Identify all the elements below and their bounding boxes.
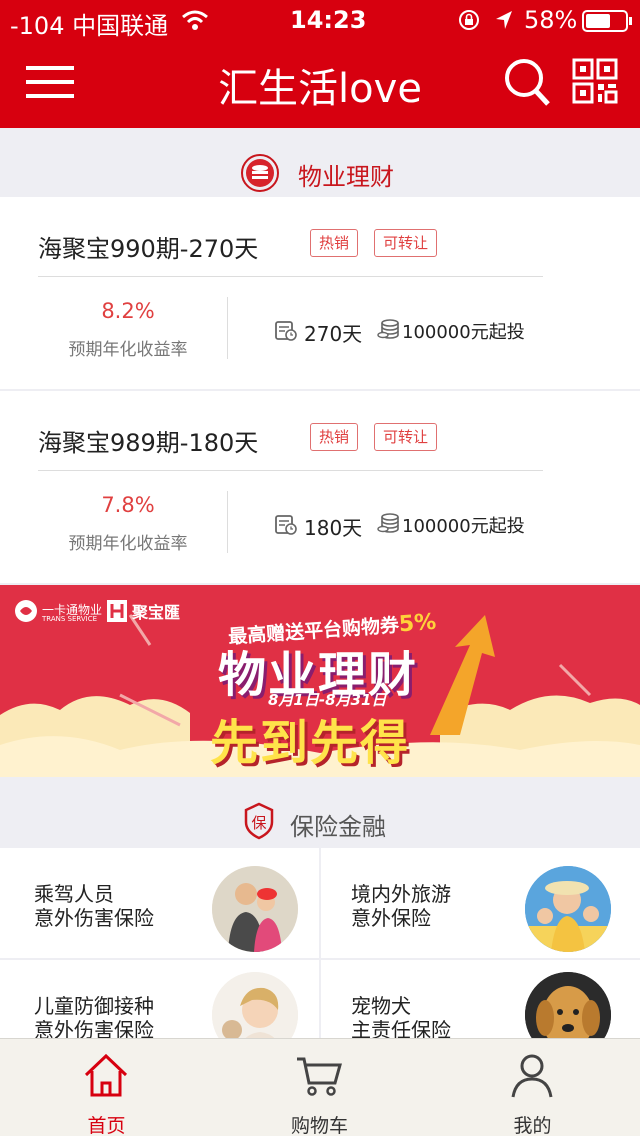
- coins-icon: [377, 513, 399, 533]
- location-arrow-icon: [496, 11, 512, 29]
- term-value: 180天: [304, 516, 363, 540]
- product-card[interactable]: 海聚宝990期-270天 热销 可转让 8.2% 预期年化收益率 270天 10…: [0, 197, 640, 389]
- search-button[interactable]: [500, 54, 560, 114]
- transferable-tag: 可转让: [374, 423, 438, 451]
- svg-text:保: 保: [251, 814, 266, 832]
- home-icon: [84, 1053, 128, 1097]
- user-icon: [511, 1054, 553, 1098]
- calendar-clock-icon: [275, 321, 297, 341]
- insurance-grid: 乘驾人员 意外伤害保险 境内外旅游 意外保险 儿童防御接种 意外伤害保险 宠物犬 主责任…: [0, 848, 640, 1070]
- promo-percent: 5%: [398, 609, 438, 638]
- promo-banner[interactable]: 一卡通物业 TRANS SERVICE 聚宝匯 最高赠送平台购物券5% 物业理财…: [0, 585, 640, 777]
- divider: [38, 470, 543, 471]
- nav-bar: 汇生活love: [0, 40, 640, 128]
- insurance-title: 乘驾人员 意外伤害保险: [34, 882, 154, 930]
- qr-code-icon: [572, 58, 618, 104]
- family-photo: [212, 866, 298, 952]
- yield-rate-label: 预期年化收益率: [68, 340, 188, 360]
- coin-stack-icon: [241, 154, 279, 192]
- term-value: 270天: [304, 322, 363, 346]
- carrier-label: -104 中国联通: [10, 12, 169, 40]
- wifi-icon: [182, 10, 208, 30]
- shield-icon: 保: [244, 802, 274, 840]
- jubaohui-logo: [107, 600, 127, 622]
- trans-service-logo: [15, 600, 37, 622]
- search-icon: [505, 59, 550, 106]
- divider: [38, 276, 543, 277]
- banner-slogan: 先到先得: [210, 715, 411, 771]
- divider: [0, 958, 640, 960]
- partner-brand: 聚宝匯: [132, 603, 181, 622]
- yield-rate: 8.2%: [101, 299, 155, 323]
- rotation-lock-icon: [459, 10, 479, 30]
- yield-rate-label: 预期年化收益率: [68, 534, 188, 554]
- yield-rate: 7.8%: [101, 493, 155, 517]
- tab-mine[interactable]: 我的: [426, 1039, 639, 1136]
- calendar-clock-icon: [275, 515, 297, 535]
- product-name: 海聚宝990期-270天: [38, 235, 259, 263]
- min-invest: 100000元起投: [402, 322, 525, 343]
- divider: [319, 848, 321, 1038]
- status-time: 14:23: [290, 6, 367, 34]
- hot-tag: 热销: [310, 229, 359, 257]
- transferable-tag: 可转让: [374, 229, 438, 257]
- insurance-title: 宠物犬 主责任保险: [351, 994, 451, 1042]
- tab-home-label: 首页: [87, 1115, 126, 1136]
- tab-bar: 首页 购物车 我的: [0, 1038, 640, 1136]
- battery-icon: [582, 10, 632, 32]
- brand-subtitle: TRANS SERVICE: [42, 615, 98, 623]
- divider: [227, 297, 228, 359]
- tab-home[interactable]: 首页: [0, 1039, 213, 1136]
- battery-percent: 58%: [524, 6, 578, 34]
- finance-section-title: 物业理财: [298, 163, 394, 191]
- qr-scan-button[interactable]: [570, 54, 630, 114]
- tab-cart-label: 购物车: [290, 1115, 348, 1136]
- travel-photo: [525, 866, 611, 952]
- insurance-item[interactable]: 乘驾人员 意外伤害保险: [0, 848, 319, 958]
- status-bar: -104 中国联通 14:23 58%: [0, 0, 640, 40]
- divider: [227, 491, 228, 553]
- insurance-section-title: 保险金融: [290, 813, 386, 841]
- coins-icon: [377, 319, 399, 339]
- product-name: 海聚宝989期-180天: [38, 429, 259, 457]
- tab-mine-label: 我的: [513, 1115, 552, 1136]
- min-invest: 100000元起投: [402, 516, 525, 537]
- cart-icon: [297, 1057, 342, 1096]
- tab-cart[interactable]: 购物车: [213, 1039, 426, 1136]
- product-card[interactable]: 海聚宝989期-180天 热销 可转让 7.8% 预期年化收益率 180天 10…: [0, 391, 640, 583]
- insurance-item[interactable]: 境内外旅游 意外保险: [321, 848, 640, 958]
- hot-tag: 热销: [310, 423, 359, 451]
- insurance-title: 境内外旅游 意外保险: [351, 882, 451, 930]
- insurance-title: 儿童防御接种 意外伤害保险: [34, 994, 154, 1042]
